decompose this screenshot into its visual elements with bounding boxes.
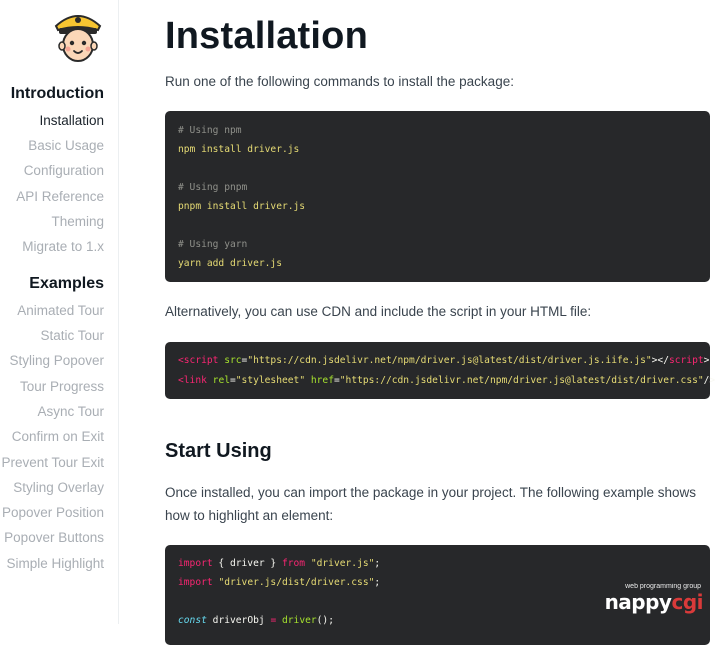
code-line: yarn add driver.js [178, 258, 282, 269]
nav-heading-examples: Examples [29, 275, 104, 292]
code-token: import [178, 577, 213, 588]
sidebar-item-styling-popover[interactable]: Styling Popover [9, 353, 104, 368]
code-token: (); [316, 615, 334, 626]
code-line-script: <script src="https://cdn.jsdelivr.net/np… [178, 355, 709, 366]
sidebar-item-async-tour[interactable]: Async Tour [37, 404, 104, 419]
code-token: const [178, 615, 207, 626]
install-code-block[interactable]: # Using npm npm install driver.js # Usin… [165, 111, 710, 282]
page-title: Installation [165, 15, 368, 57]
code-token: driverObj [206, 615, 271, 626]
sidebar-item-confirm-on-exit[interactable]: Confirm on Exit [12, 429, 104, 444]
code-line: pnpm install driver.js [178, 201, 306, 212]
code-token: ></ [651, 355, 669, 366]
code-token: "driver.js" [310, 558, 375, 569]
sidebar-item-installation[interactable]: Installation [39, 113, 104, 128]
code-comment: # Using yarn [178, 239, 248, 250]
code-token: "driver.js/dist/driver.css" [218, 577, 375, 588]
code-token: <script [178, 355, 219, 366]
start-text-line-1: Once installed, you can import the packa… [165, 485, 697, 500]
code-line-link: <link rel="stylesheet" href="https://cdn… [178, 375, 715, 386]
code-token: > [703, 355, 710, 366]
cdn-code-block[interactable]: <script src="https://cdn.jsdelivr.net/np… [165, 342, 715, 399]
watermark-logo: web programming group nappycgi [604, 583, 704, 614]
watermark-tagline: web programming group [625, 583, 701, 590]
sidebar-item-theming[interactable]: Theming [51, 214, 104, 229]
sidebar-item-configuration[interactable]: Configuration [24, 163, 104, 178]
code-token: src [224, 355, 242, 366]
code-token: from [281, 558, 306, 569]
sidebar-item-simple-highlight[interactable]: Simple Highlight [6, 556, 104, 571]
sidebar: Introduction Installation Basic Usage Co… [0, 0, 119, 624]
nav-heading-introduction: Introduction [10, 85, 104, 102]
sidebar-item-migrate[interactable]: Migrate to 1.x [22, 239, 104, 254]
sidebar-item-tour-progress[interactable]: Tour Progress [20, 379, 104, 394]
code-token: rel [212, 375, 230, 386]
code-line-import-css: import "driver.js/dist/driver.css"; [178, 577, 380, 588]
code-token: driver [282, 615, 317, 626]
code-token: <link [178, 375, 207, 386]
watermark-brand-a: nappy [604, 590, 672, 614]
start-text-line-2: how to highlight an element: [165, 508, 334, 523]
install-intro-text: Run one of the following commands to ins… [165, 74, 514, 89]
sidebar-item-api-reference[interactable]: API Reference [16, 189, 104, 204]
code-token: ; [374, 558, 381, 569]
code-token: "https://cdn.jsdelivr.net/npm/driver.js@… [339, 375, 704, 386]
sidebar-item-popover-buttons[interactable]: Popover Buttons [4, 530, 104, 545]
code-token: "https://cdn.jsdelivr.net/npm/driver.js@… [247, 355, 652, 366]
code-token: script [668, 355, 704, 366]
code-token: ; [374, 577, 381, 588]
watermark-brand-b: cgi [671, 590, 703, 614]
code-line: npm install driver.js [178, 144, 300, 155]
sidebar-item-basic-usage[interactable]: Basic Usage [28, 138, 104, 153]
sidebar-item-styling-overlay[interactable]: Styling Overlay [13, 480, 104, 495]
cdn-intro-text: Alternatively, you can use CDN and inclu… [165, 304, 592, 319]
code-token: /> [703, 375, 715, 386]
code-line-import-driver: import { driver } from "driver.js"; [178, 558, 380, 569]
code-token: "stylesheet" [235, 375, 306, 386]
driver-mascot-logo[interactable] [50, 8, 106, 64]
watermark-brand: nappycgi [604, 590, 704, 614]
sidebar-item-static-tour[interactable]: Static Tour [40, 328, 104, 343]
code-token: href [310, 375, 334, 386]
code-comment: # Using npm [178, 125, 242, 136]
code-token: = [270, 615, 277, 626]
sidebar-item-popover-position[interactable]: Popover Position [2, 505, 104, 520]
code-line-const: const driverObj = driver(); [178, 615, 334, 626]
sidebar-item-prevent-tour-exit[interactable]: Prevent Tour Exit [1, 455, 104, 470]
code-comment: # Using pnpm [178, 182, 248, 193]
code-token: import [178, 558, 213, 569]
code-token: { driver } [212, 558, 282, 569]
start-using-heading: Start Using [165, 440, 272, 462]
sidebar-item-animated-tour[interactable]: Animated Tour [17, 303, 104, 318]
